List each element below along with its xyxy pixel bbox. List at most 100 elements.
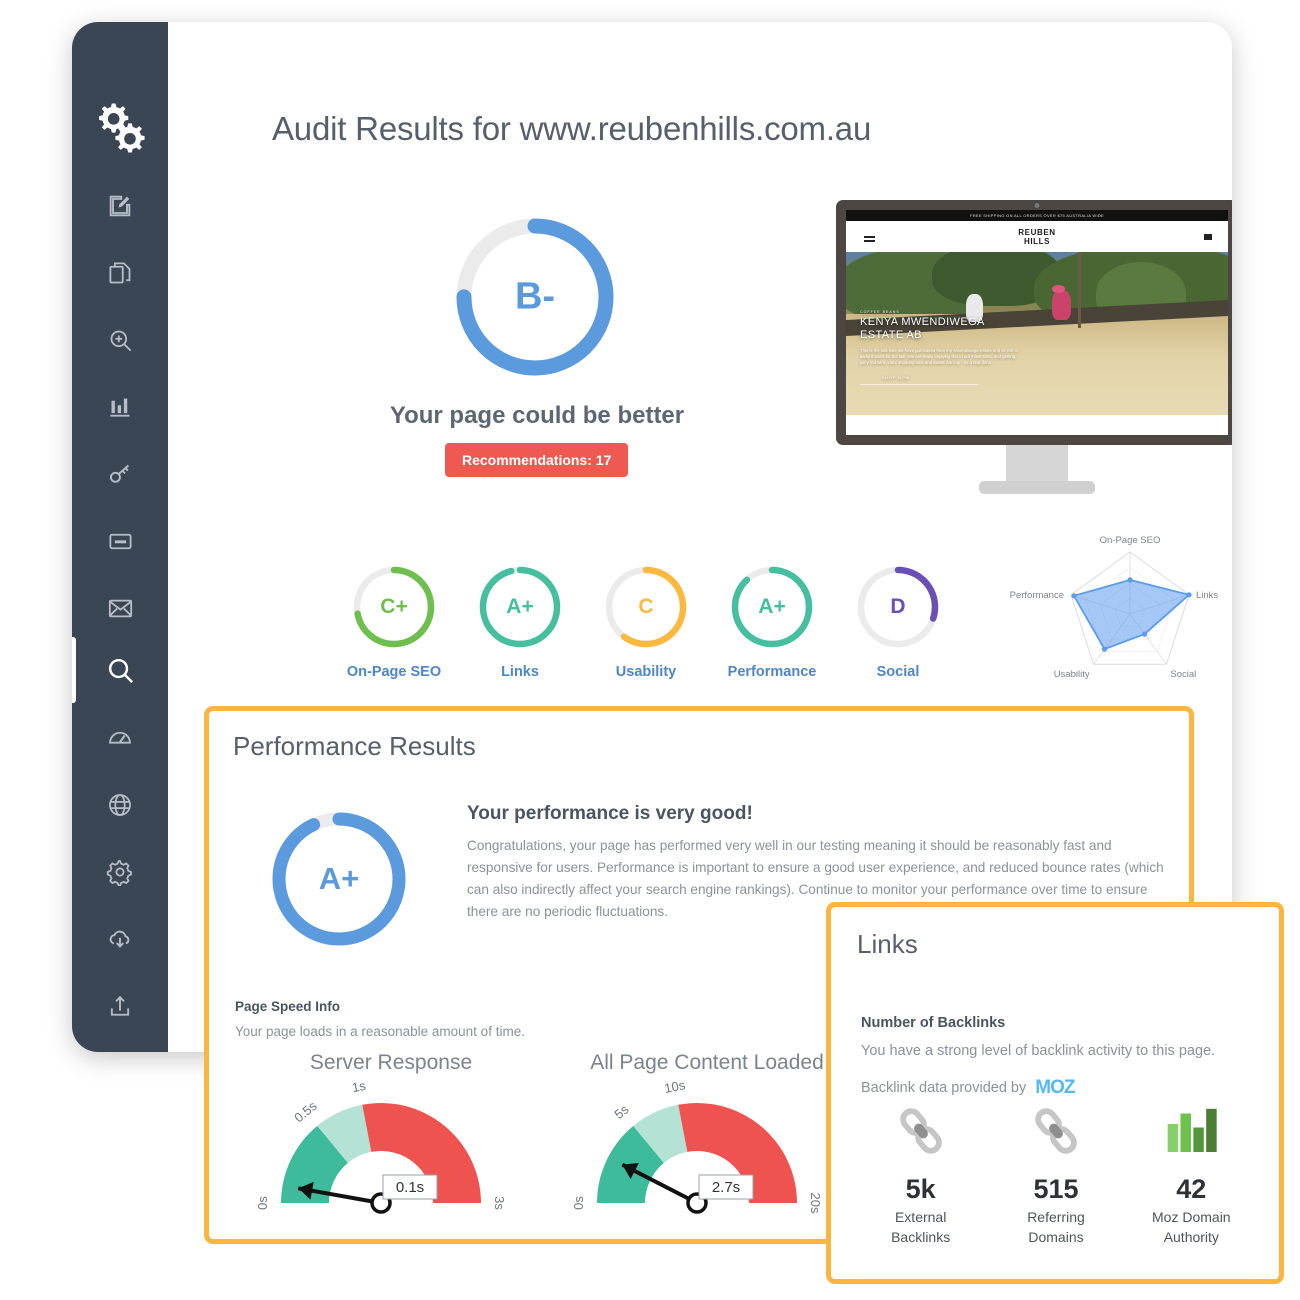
stat-value: 5k [905, 1174, 936, 1204]
links-panel-title: Links [857, 929, 918, 959]
sidebar-item-keywords[interactable] [97, 451, 143, 497]
stat-label: External Backlinks [891, 1209, 951, 1245]
sidebar-item-reports[interactable] [97, 250, 143, 296]
monitor-neck [1006, 445, 1068, 481]
card-icon [108, 533, 132, 549]
sidebar [72, 22, 168, 1052]
category-gauge-usability[interactable]: C Usability [598, 562, 694, 680]
speedometer-tick-label: 0s [571, 1196, 586, 1210]
sidebar-active-indicator [72, 637, 76, 703]
speedometer-value: 2.7s [712, 1179, 740, 1196]
sidebar-item-international[interactable] [97, 782, 143, 828]
performance-grade: A+ [318, 861, 360, 896]
links-panel: Links Number of Backlinks You have a str… [826, 902, 1284, 1284]
stat-value: 42 [1176, 1174, 1207, 1204]
site-screenshot: FREE SHIPPING ON ALL ORDERS OVER $75 AUS… [846, 210, 1228, 435]
performance-panel-title: Performance Results [233, 731, 476, 761]
overall-subtitle: Your page could be better [389, 402, 685, 429]
gear-icon [106, 860, 132, 886]
category-gauge-social[interactable]: D Social [850, 562, 946, 680]
speedometer-svg: 0s 0.5s 1s 3s 0.1s [255, 1078, 507, 1214]
chain-link-icon [899, 1108, 942, 1154]
category-grade: C+ [380, 595, 408, 618]
site-navbar: REUBEN HILLS [846, 221, 1228, 252]
site-hero-text: COFFEE BEANS KENYA MWENDIWEGA ESTATE AB … [860, 310, 1022, 385]
sidebar-item-edit[interactable] [97, 183, 143, 229]
sidebar-item-speed[interactable] [97, 715, 143, 761]
speedometer-tick-label: 5s [611, 1101, 632, 1122]
radar-axis-label: Performance [1010, 590, 1064, 601]
performance-headline: Your performance is very good! [467, 803, 753, 824]
sidebar-item-email[interactable] [97, 585, 143, 631]
envelope-icon [108, 599, 132, 617]
speedometer-title: All Page Content Loaded [590, 1051, 824, 1074]
stat-label: Referring Domains [1027, 1209, 1085, 1245]
site-hero-heading: KENYA MWENDIWEGA ESTATE AB [860, 316, 1022, 342]
backlinks-description: You have a strong level of backlink acti… [861, 1043, 1216, 1059]
category-label: Social [876, 664, 920, 680]
stat-label: Moz Domain Authority [1152, 1209, 1231, 1245]
speedometer-value: 0.1s [396, 1179, 424, 1196]
category-label: Links [501, 664, 539, 680]
category-grade: C [638, 595, 654, 618]
sidebar-item-audit[interactable] [97, 317, 143, 363]
speedometer-icon [109, 731, 131, 744]
page-speed-title: Page Speed Info [235, 999, 341, 1014]
radar-svg: On-Page SEO Links Social Usability Performan… [1010, 535, 1219, 680]
radar-axis-label: Social [1170, 669, 1196, 680]
overall-grade: B- [514, 275, 556, 318]
sidebar-item-analytics[interactable] [97, 384, 143, 430]
speedometer-tick-label: 1s [351, 1079, 368, 1095]
sidebar-item-upload[interactable] [97, 983, 143, 1029]
hamburger-icon [864, 235, 875, 238]
category-gauge-performance[interactable]: A+ Performance [724, 562, 820, 680]
moz-logo: MOZ [1035, 1077, 1075, 1098]
key-icon [109, 464, 129, 483]
speedometer-tick-label: 0.5s [291, 1098, 320, 1126]
sidebar-item-settings[interactable] [97, 849, 143, 895]
monitor-bezel: FREE SHIPPING ON ALL ORDERS OVER $75 AUS… [836, 200, 1232, 445]
site-hero-link: SHOP NOW [882, 376, 910, 380]
sidebar-item-download[interactable] [97, 916, 143, 962]
site-logo-line2: HILLS [1023, 236, 1051, 246]
radar-axis-label: On-Page SEO [1100, 535, 1161, 546]
sidebar-item-billing[interactable] [97, 518, 143, 564]
site-hero: COFFEE BEANS KENYA MWENDIWEGA ESTATE AB … [846, 252, 1228, 415]
chain-link-icon [1035, 1108, 1077, 1154]
speedometer-tick-label: 0s [255, 1196, 270, 1210]
recommendations-badge[interactable]: Recommendations: 17 [445, 443, 629, 477]
category-radar-chart: On-Page SEO Links Social Usability Performan… [1008, 522, 1232, 727]
site-hero-body: This is the last time we have purchased … [860, 348, 1018, 365]
category-grade: A+ [506, 595, 534, 618]
sidebar-item-search[interactable] [97, 647, 143, 693]
cloud-download-icon [109, 930, 130, 948]
gears-logo-icon[interactable] [91, 98, 149, 156]
radar-axis-label: Links [1196, 590, 1218, 601]
green-bar-chart-icon [1167, 1108, 1217, 1152]
site-hero-kicker: COFFEE BEANS [860, 310, 900, 314]
copy-files-icon [108, 261, 130, 283]
page-title: Audit Results for www.reubenhills.com.au [272, 110, 872, 147]
page-speed-subtitle: Your page loads in a reasonable amount o… [235, 1024, 525, 1039]
content-loaded-speedometer: All Page Content Loaded 0s 5s 10s 20s 2.7s [547, 1051, 867, 1234]
bar-chart-icon [109, 398, 129, 417]
category-gauge-on-page-seo[interactable]: C+ On-Page SEO [346, 562, 442, 680]
speedometer-tick-label: 3s [492, 1196, 507, 1210]
webcam-dot [1034, 203, 1040, 208]
speedometer-tick-label: 20s [808, 1193, 823, 1214]
site-hero-heading-line2: ESTATE AB [860, 329, 922, 341]
category-label: Performance [727, 664, 817, 680]
speedometer-title: Server Response [309, 1051, 473, 1074]
globe-icon [109, 794, 131, 816]
monitor-base [979, 481, 1095, 494]
site-hero-heading-line1: KENYA MWENDIWEGA [860, 316, 985, 328]
site-logo-line1: REUBEN [1018, 227, 1056, 237]
category-gauge-links[interactable]: A+ Links [472, 562, 568, 680]
backlink-stats-row: 5k External Backlinks 515 Referring Domains 42… [853, 1103, 1259, 1247]
overall-score-gauge: B- [450, 212, 620, 382]
performance-grade-gauge: A+ [267, 807, 411, 951]
category-grade: D [890, 595, 906, 618]
site-preview-monitor: FREE SHIPPING ON ALL ORDERS OVER $75 AUS… [836, 200, 1232, 494]
zoom-in-icon [110, 330, 131, 351]
cart-icon [1204, 233, 1212, 240]
